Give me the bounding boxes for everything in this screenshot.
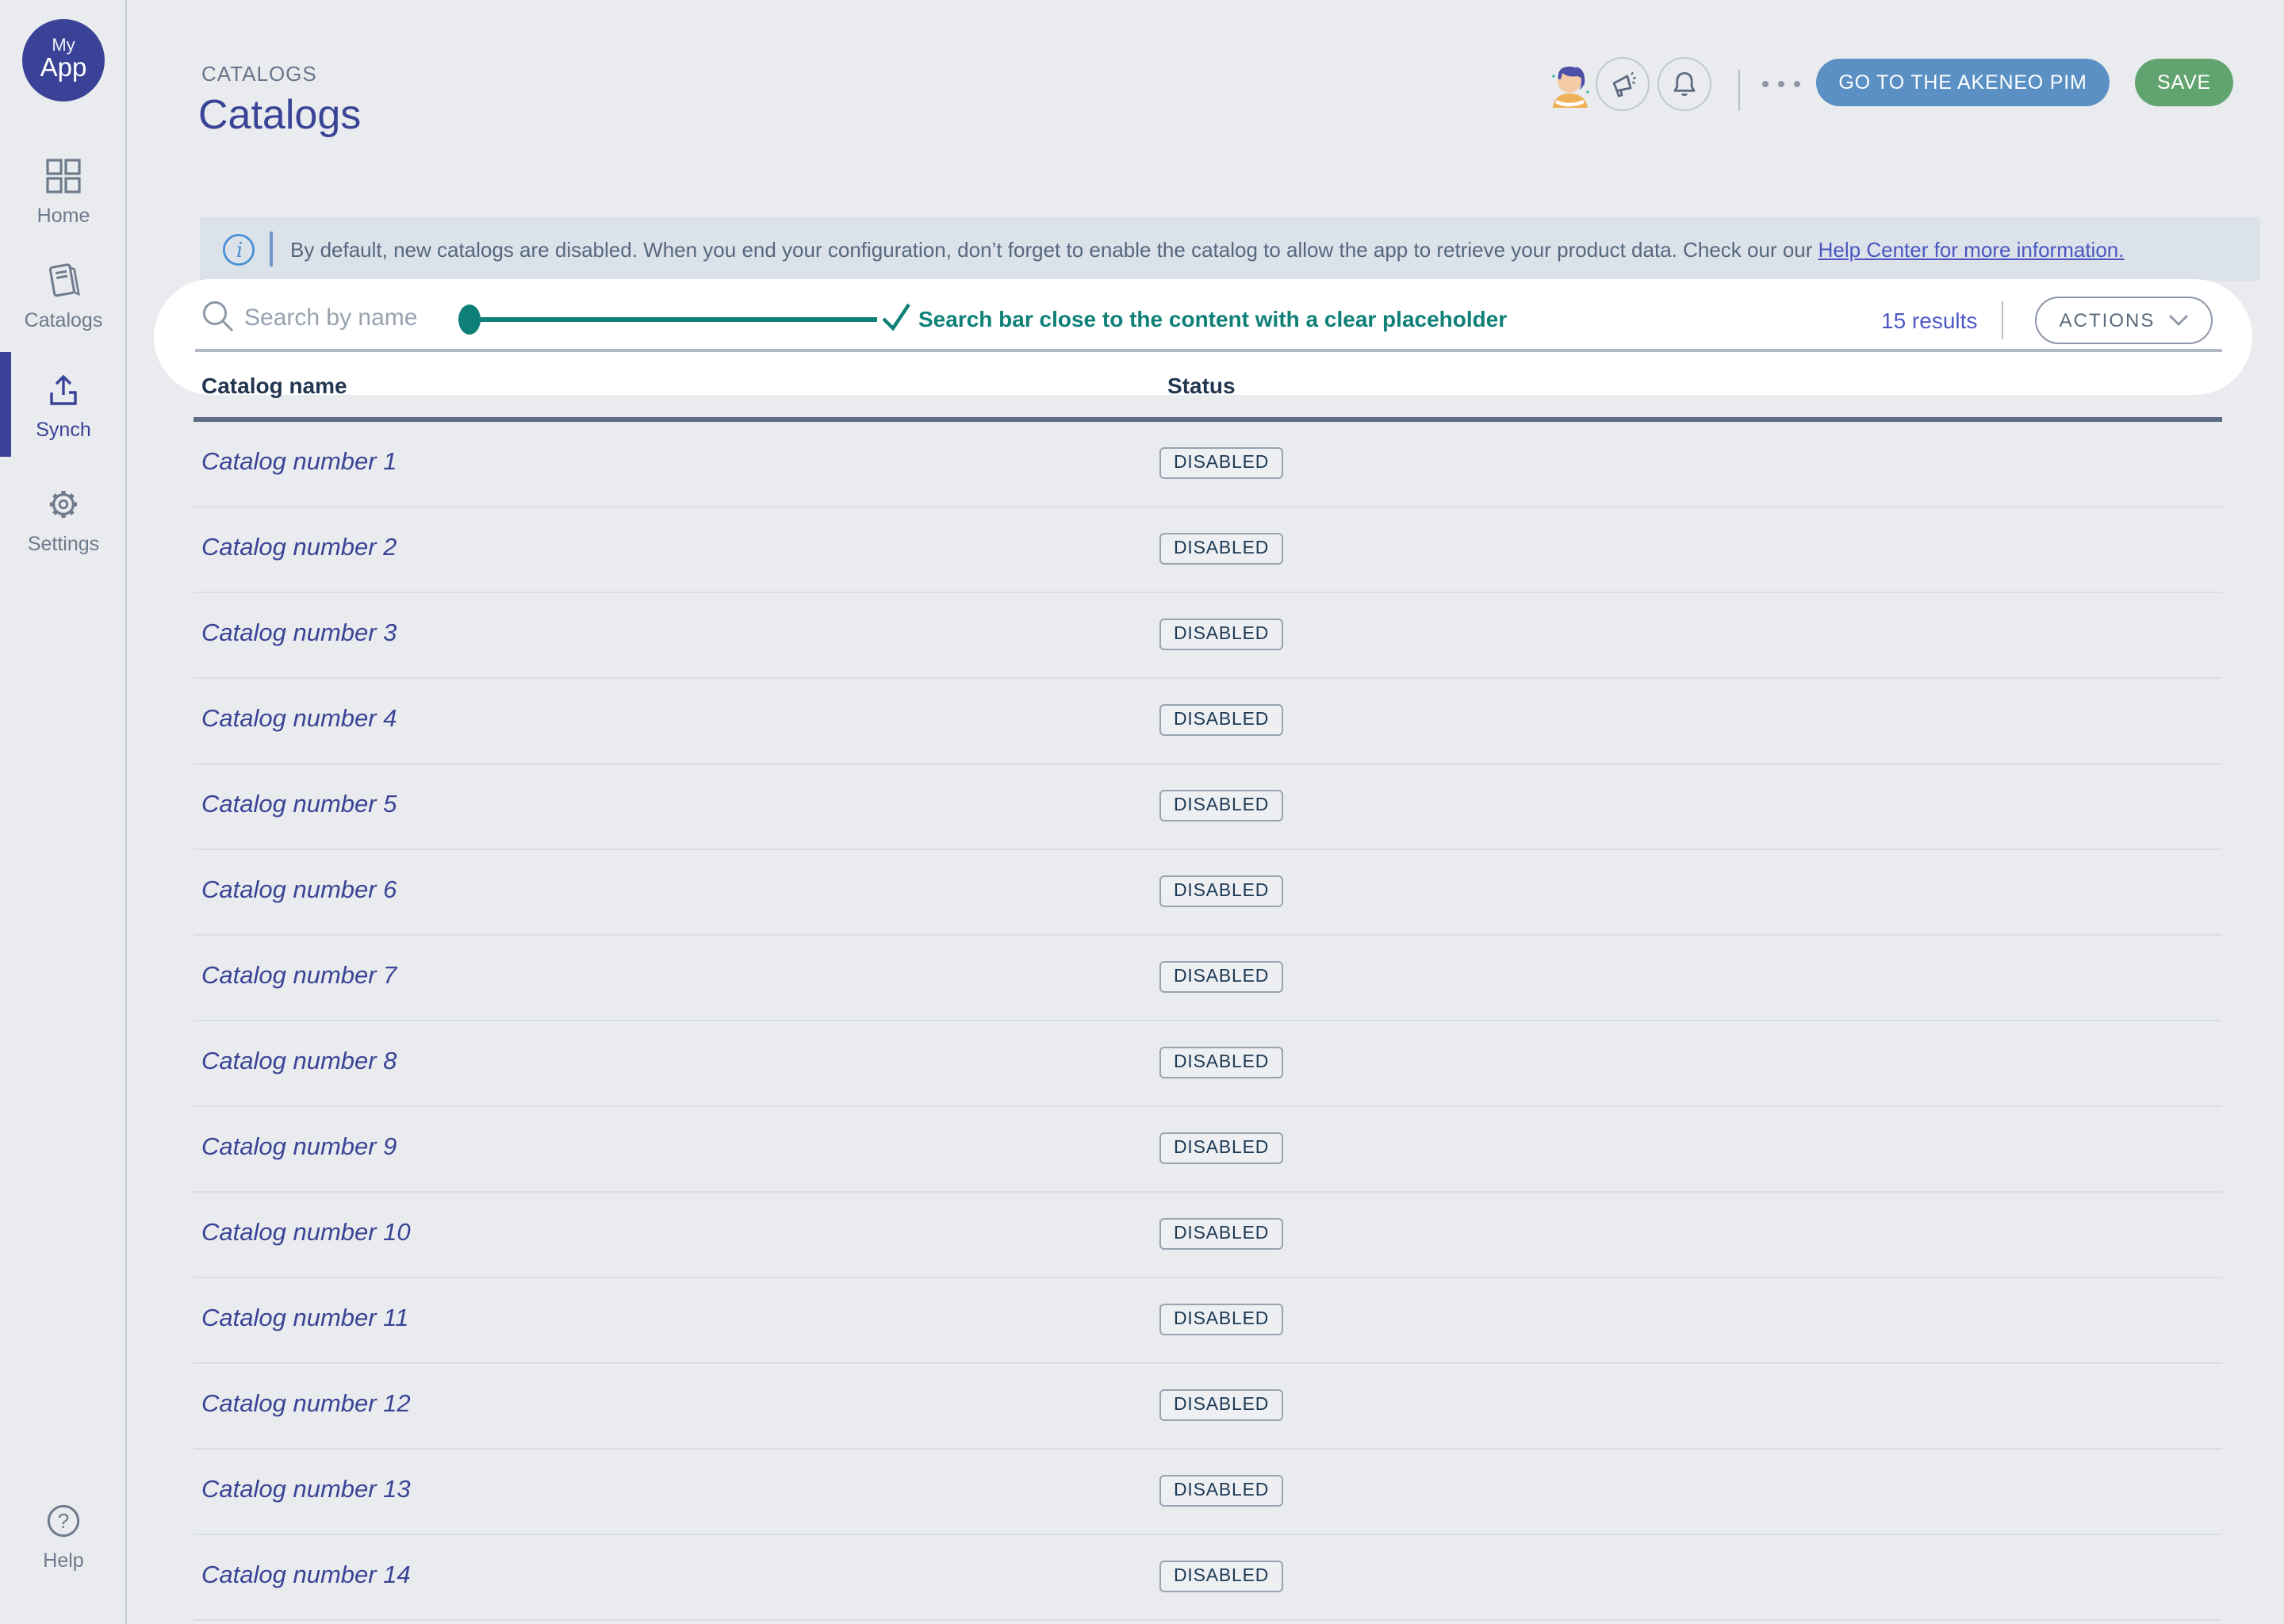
more-options-icon[interactable] [1762,81,1807,87]
grid-icon [0,155,127,197]
gear-icon [0,484,127,525]
sidebar-item-label: Synch [36,419,91,441]
status-badge: DISABLED [1159,1047,1283,1078]
notifications-button[interactable] [1657,57,1711,111]
book-icon [0,260,127,301]
table-row[interactable]: Catalog number 6 DISABLED [194,849,2222,935]
status-badge: DISABLED [1159,1389,1283,1421]
search-input[interactable] [244,298,450,336]
chevron-down-icon [2167,314,2188,327]
sidebar-item-label: Settings [28,533,99,555]
catalog-name: Catalog number 10 [201,1220,411,1248]
app-logo-line1: My [52,37,75,56]
info-icon: i [222,232,255,266]
table-row[interactable]: Catalog number 2 DISABLED [194,507,2222,592]
table-row[interactable]: Catalog number 1 DISABLED [194,421,2222,507]
search-icon [200,298,238,336]
status-badge: DISABLED [1159,533,1283,565]
user-avatar[interactable] [1546,60,1594,108]
catalog-name: Catalog number 13 [201,1477,411,1505]
table-row[interactable]: Catalog number 12 DISABLED [194,1363,2222,1449]
column-header-catalog-name: Catalog name [201,373,347,398]
table-row[interactable]: Catalog number 10 DISABLED [194,1192,2222,1277]
sidebar-item-label: Home [37,205,90,227]
announcements-button[interactable] [1596,57,1650,111]
app-logo: My App [22,19,105,102]
sidebar-item-settings[interactable]: Settings [0,484,127,558]
status-badge: DISABLED [1159,447,1283,479]
table-row[interactable]: Catalog number 4 DISABLED [194,678,2222,764]
status-badge: DISABLED [1159,961,1283,993]
catalog-table-body: Catalog number 1 DISABLED Catalog number… [194,421,2222,1624]
sidebar-item-home[interactable]: Home [0,155,127,230]
save-button[interactable]: SAVE [2135,59,2233,106]
sidebar: My App Home [0,0,127,1624]
catalog-name: Catalog number 1 [201,449,397,477]
question-icon: ? [0,1500,127,1542]
catalog-name: Catalog number 8 [201,1048,397,1077]
results-count: 15 results [1881,308,1977,333]
table-row[interactable]: Catalog number 11 DISABLED [194,1277,2222,1363]
app-logo-line2: App [40,56,87,83]
banner-text: By default, new catalogs are disabled. W… [290,237,2125,261]
banner-divider [270,232,273,266]
upload-icon [0,370,127,411]
table-row[interactable]: Catalog number 9 DISABLED [194,1106,2222,1192]
sidebar-item-label: Help [43,1549,83,1572]
status-badge: DISABLED [1159,1475,1283,1507]
bell-icon [1669,68,1700,100]
actions-label: ACTIONS [2060,309,2156,331]
table-row[interactable]: Catalog number 3 DISABLED [194,592,2222,678]
help-center-link[interactable]: Help Center for more information. [1818,237,2125,261]
svg-text:i: i [236,238,243,262]
table-row[interactable]: Catalog number 13 DISABLED [194,1449,2222,1534]
sidebar-item-help[interactable]: ? Help [0,1500,127,1575]
annotation-check-icon [880,301,912,333]
catalog-name: Catalog number 6 [201,877,397,906]
catalog-name: Catalog number 12 [201,1391,411,1419]
status-badge: DISABLED [1159,704,1283,736]
header-divider [1738,70,1740,111]
catalog-name: Catalog number 14 [201,1562,411,1591]
toolbar-divider [2002,301,2003,339]
status-badge: DISABLED [1159,1561,1283,1592]
catalog-name: Catalog number 3 [201,620,397,649]
app-window: My App Home [0,0,2284,1624]
catalog-name: Catalog number 9 [201,1134,397,1162]
status-badge: DISABLED [1159,790,1283,822]
status-badge: DISABLED [1159,1132,1283,1164]
status-badge: DISABLED [1159,875,1283,907]
catalog-name: Catalog number 7 [201,963,397,991]
sidebar-item-synch[interactable]: Synch [0,370,127,444]
search-separator [195,349,2222,351]
catalog-name: Catalog number 11 [201,1305,408,1334]
header-toolbar: GO TO THE AKENEO PIM SAVE [127,0,2284,174]
status-badge: DISABLED [1159,1304,1283,1335]
catalog-name: Catalog number 4 [201,706,397,734]
catalog-name: Catalog number 2 [201,534,397,563]
table-row[interactable]: Catalog number 14 DISABLED [194,1534,2222,1620]
column-header-status: Status [1167,373,1236,398]
actions-dropdown-button[interactable]: ACTIONS [2035,297,2213,344]
table-row[interactable]: Catalog number 7 DISABLED [194,935,2222,1021]
svg-text:?: ? [58,1509,69,1533]
info-banner: i By default, new catalogs are disabled.… [200,217,2260,281]
annotation-line [476,317,877,321]
status-badge: DISABLED [1159,1218,1283,1250]
table-row[interactable]: Catalog number 15 DISABLED [194,1620,2222,1624]
status-badge: DISABLED [1159,619,1283,650]
catalog-name: Catalog number 5 [201,791,397,820]
go-to-pim-button[interactable]: GO TO THE AKENEO PIM [1816,59,2110,106]
table-row[interactable]: Catalog number 8 DISABLED [194,1021,2222,1106]
sidebar-item-catalogs[interactable]: Catalogs [0,260,127,335]
annotation-label: Search bar close to the content with a c… [918,306,1507,331]
main-content: CATALOGS Catalogs [127,0,2284,1624]
sidebar-item-label: Catalogs [25,309,103,331]
megaphone-icon [1607,68,1638,100]
table-row[interactable]: Catalog number 5 DISABLED [194,764,2222,849]
